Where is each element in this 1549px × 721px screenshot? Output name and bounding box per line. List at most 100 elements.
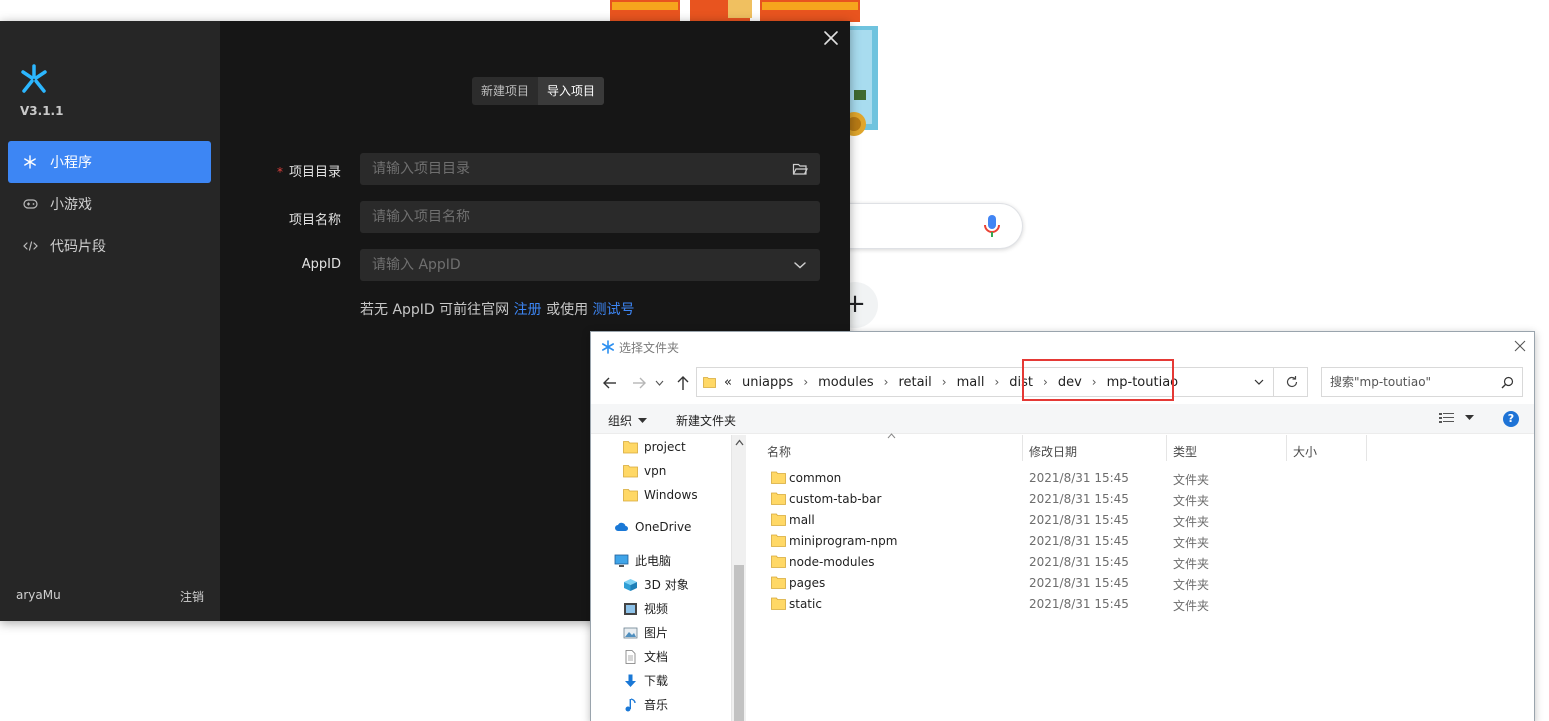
- scrollbar-thumb[interactable]: [734, 565, 744, 721]
- breadcrumb-overflow[interactable]: «: [724, 375, 732, 390]
- organize-button[interactable]: 组织: [608, 412, 648, 429]
- ide-sidebar: V3.1.1 小程序 小游戏 代码片段 aryaMu 注销: [0, 21, 220, 621]
- project-dir-input[interactable]: [360, 153, 820, 185]
- project-mode-tabs: 新建项目 导入项目: [472, 77, 605, 105]
- tab-new-project[interactable]: 新建项目: [472, 77, 538, 105]
- caret-down-icon: [1465, 415, 1474, 420]
- list-item[interactable]: custom-tab-bar 2021/8/31 15:45 文件夹: [747, 489, 1347, 510]
- tree-item-downloads[interactable]: 下载: [623, 672, 668, 689]
- chevron-down-icon: [655, 380, 663, 386]
- username: aryaMu: [16, 588, 61, 602]
- logout-link[interactable]: 注销: [180, 588, 204, 605]
- folder-icon: [771, 534, 786, 547]
- version-label: V3.1.1: [20, 104, 64, 118]
- column-divider[interactable]: [1286, 435, 1287, 461]
- tree-item-project[interactable]: project: [623, 440, 686, 454]
- nav-item-code-snippet[interactable]: 代码片段: [8, 225, 211, 267]
- address-bar[interactable]: « uniapps › modules › retail › mall › dist › …: [696, 367, 1308, 397]
- tree-item-windows[interactable]: Windows: [623, 488, 698, 502]
- list-item[interactable]: miniprogram-npm 2021/8/31 15:45 文件夹: [747, 531, 1347, 552]
- sort-ascending-icon: [887, 433, 896, 439]
- appid-hint: 若无 AppID 可前往官网 注册 或使用 测试号: [360, 302, 635, 318]
- folder-icon: [771, 555, 786, 568]
- navigation-scrollbar[interactable]: [731, 435, 746, 721]
- column-divider[interactable]: [1166, 435, 1167, 461]
- highlight-annotation: [1022, 359, 1174, 401]
- breadcrumb-mall[interactable]: mall ›: [957, 375, 1010, 390]
- new-folder-button[interactable]: 新建文件夹: [676, 412, 736, 429]
- code-icon: [22, 238, 38, 254]
- up-button[interactable]: [673, 373, 693, 393]
- list-item[interactable]: common 2021/8/31 15:45 文件夹: [747, 468, 1347, 489]
- column-type[interactable]: 类型: [1173, 443, 1197, 460]
- close-icon[interactable]: [1513, 339, 1527, 353]
- forward-button[interactable]: [629, 373, 649, 393]
- computer-icon: [614, 554, 629, 567]
- tree-item-vpn[interactable]: vpn: [623, 464, 666, 478]
- project-name-label: 项目名称: [288, 213, 341, 228]
- column-size[interactable]: 大小: [1293, 443, 1317, 460]
- nav-item-minigame[interactable]: 小游戏: [8, 183, 211, 225]
- address-divider: [1273, 368, 1274, 396]
- appid-field: [360, 249, 820, 281]
- column-divider[interactable]: [1022, 435, 1023, 461]
- picture-icon: [623, 627, 638, 638]
- list-item[interactable]: mall 2021/8/31 15:45 文件夹: [747, 510, 1347, 531]
- tree-item-pictures[interactable]: 图片: [623, 624, 668, 641]
- register-link[interactable]: 注册: [514, 302, 542, 318]
- music-icon: [625, 697, 636, 711]
- folder-icon: [623, 465, 638, 478]
- column-name[interactable]: 名称: [767, 443, 791, 460]
- tab-import-project[interactable]: 导入项目: [538, 77, 605, 105]
- caret-down-icon: [638, 417, 648, 423]
- appid-label: AppID: [301, 257, 341, 272]
- document-icon: [625, 649, 636, 664]
- video-icon: [624, 602, 637, 615]
- back-button[interactable]: [600, 373, 620, 393]
- nav-item-miniprogram[interactable]: 小程序: [8, 141, 211, 183]
- help-icon[interactable]: ?: [1503, 411, 1519, 427]
- project-dir-label: * 项目目录: [276, 165, 341, 180]
- appid-input[interactable]: [360, 249, 820, 281]
- chevron-down-icon[interactable]: [1252, 375, 1266, 389]
- test-account-link[interactable]: 测试号: [593, 302, 635, 318]
- folder-icon: [771, 492, 786, 505]
- recent-locations-button[interactable]: [653, 373, 665, 393]
- folder-icon: [771, 597, 786, 610]
- breadcrumb-uniapps[interactable]: uniapps ›: [742, 375, 818, 390]
- arrow-left-icon: [603, 377, 616, 389]
- folder-open-icon[interactable]: [792, 161, 808, 177]
- project-name-field: [360, 201, 820, 233]
- tree-item-documents[interactable]: 文档: [623, 648, 668, 665]
- desktop: + V3.1.1 小程序 小游戏 代码片段 aryaMu 注销 新建项目 导入项…: [0, 0, 1549, 721]
- view-options-button[interactable]: [1439, 412, 1474, 424]
- folder-icon: [703, 377, 716, 388]
- chevron-down-icon[interactable]: [792, 257, 808, 273]
- tree-item-3d-objects[interactable]: 3D 对象: [623, 576, 689, 593]
- breadcrumb-modules[interactable]: modules ›: [818, 375, 898, 390]
- arrow-up-icon: [677, 376, 689, 390]
- cloud-icon: [615, 522, 628, 531]
- list-item[interactable]: pages 2021/8/31 15:45 文件夹: [747, 573, 1347, 594]
- tree-item-this-pc[interactable]: 此电脑: [614, 552, 671, 569]
- list-item[interactable]: static 2021/8/31 15:45 文件夹: [747, 594, 1347, 615]
- close-icon[interactable]: [822, 29, 840, 47]
- search-input[interactable]: [1322, 375, 1492, 389]
- breadcrumb-retail[interactable]: retail ›: [898, 375, 956, 390]
- asterisk-icon: [22, 154, 38, 170]
- nav-item-label: 小游戏: [50, 197, 92, 213]
- column-divider[interactable]: [1366, 435, 1367, 461]
- refresh-icon[interactable]: [1285, 375, 1299, 389]
- column-headers: 名称 修改日期 类型 大小: [747, 433, 1534, 463]
- tree-item-onedrive[interactable]: OneDrive: [614, 520, 691, 534]
- microphone-icon[interactable]: [982, 214, 1002, 238]
- tree-item-music[interactable]: 音乐: [623, 696, 668, 713]
- tree-item-videos[interactable]: 视频: [623, 600, 668, 617]
- list-item[interactable]: node-modules 2021/8/31 15:45 文件夹: [747, 552, 1347, 573]
- search-icon[interactable]: [1501, 376, 1514, 389]
- scroll-up-icon[interactable]: [735, 439, 744, 446]
- column-date-modified[interactable]: 修改日期: [1029, 443, 1077, 460]
- project-name-input[interactable]: [360, 201, 820, 233]
- nav-item-label: 代码片段: [50, 239, 106, 255]
- project-dir-field: [360, 153, 820, 185]
